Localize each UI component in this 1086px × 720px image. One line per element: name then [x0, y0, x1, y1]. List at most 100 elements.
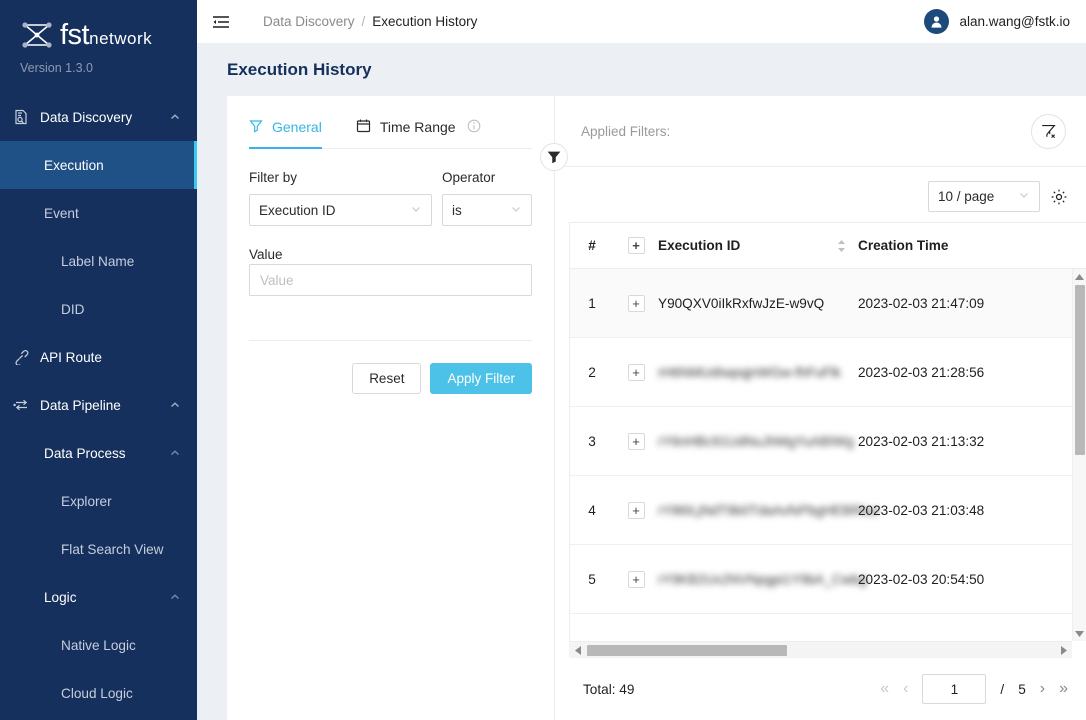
row-expand-cell: + — [614, 295, 658, 312]
filter-panel: General Time Range — [227, 96, 554, 720]
chevron-down-icon — [410, 203, 422, 218]
sidebar-item-execution[interactable]: Execution — [0, 141, 197, 189]
table-row[interactable]: 3 + rY6nHBc91UdNuJhMgYuABIWg 2023-02-03 … — [570, 407, 1086, 476]
filter-by-select[interactable]: Execution ID — [249, 194, 432, 226]
expand-row-icon[interactable]: + — [628, 571, 645, 588]
page-size-select[interactable]: 10 / page — [928, 181, 1040, 212]
pagination-page-input[interactable] — [922, 674, 986, 704]
info-circle-icon[interactable] — [467, 119, 481, 136]
chevron-down-icon — [1018, 189, 1030, 204]
row-execution-id: rY86ILjNdT9b0TdaAvfsPbgHEBRiuo — [658, 503, 858, 518]
version-label: Version 1.3.0 — [18, 61, 197, 75]
sidebar-item-label: Data Pipeline — [40, 398, 121, 413]
column-header-execution-id[interactable]: Execution ID — [658, 238, 858, 253]
gear-icon[interactable] — [1050, 188, 1068, 206]
sidebar-item-native-logic[interactable]: Native Logic — [0, 621, 197, 669]
row-number: 2 — [570, 365, 614, 380]
row-expand-cell: + — [614, 502, 658, 519]
scroll-right-arrow-icon[interactable] — [1054, 646, 1072, 655]
row-creation-time: 2023-02-03 20:54:50 — [858, 572, 1038, 587]
breadcrumb: Data Discovery / Execution History — [263, 14, 477, 29]
filter-tabs: General Time Range — [249, 118, 532, 149]
expand-row-icon[interactable]: + — [628, 433, 645, 450]
funnel-icon — [249, 119, 263, 136]
expand-row-icon[interactable]: + — [628, 502, 645, 519]
pagination-last-button[interactable]: » — [1059, 681, 1068, 697]
value-field: Value — [249, 246, 532, 296]
top-bar: Data Discovery / Execution History alan.… — [197, 0, 1086, 43]
expand-all-icon[interactable]: + — [628, 237, 645, 254]
tab-label: General — [272, 119, 322, 135]
content-area: General Time Range — [197, 96, 1086, 720]
sidebar-item-data-process[interactable]: Data Process — [0, 429, 197, 477]
filter-by-label: Filter by — [249, 170, 432, 185]
sidebar-item-label: Data Discovery — [40, 110, 132, 125]
row-execution-id: Y90QXV0iIkRxfwJzE-w9vQ — [658, 296, 858, 311]
vertical-scroll-thumb[interactable] — [1075, 285, 1085, 455]
pagination-next-button[interactable]: › — [1040, 681, 1045, 697]
sidebar-item-flat-search-view[interactable]: Flat Search View — [0, 525, 197, 573]
row-number: 3 — [570, 434, 614, 449]
user-menu[interactable]: alan.wang@fstk.io — [924, 9, 1070, 34]
pagination-prev-button[interactable]: ‹ — [903, 681, 908, 697]
clear-filter-icon[interactable] — [1031, 114, 1066, 149]
sort-icon[interactable] — [837, 239, 846, 253]
sidebar-item-api-route[interactable]: API Route — [0, 333, 197, 381]
reset-button[interactable]: Reset — [352, 363, 421, 394]
sidebar-item-logic[interactable]: Logic — [0, 573, 197, 621]
table-row[interactable]: 2 + rH6NMUdIwpqjnWGw-fhFuFlk 2023-02-03 … — [570, 338, 1086, 407]
row-number: 1 — [570, 296, 614, 311]
sidebar-item-explorer[interactable]: Explorer — [0, 477, 197, 525]
filter-panel-divider — [249, 340, 532, 341]
pagination-separator: / — [1000, 682, 1004, 697]
sidebar-item-label: Execution — [44, 158, 104, 173]
sidebar-item-label: Label Name — [61, 254, 134, 269]
pagination-first-button[interactable]: « — [880, 681, 889, 697]
row-expand-cell: + — [614, 433, 658, 450]
data-discovery-icon — [12, 108, 30, 126]
value-input[interactable] — [249, 264, 532, 296]
sidebar-item-label-name[interactable]: Label Name — [0, 237, 197, 285]
apply-filter-button[interactable]: Apply Filter — [430, 363, 532, 394]
table-row[interactable]: 5 + rY9KB2Ux2NVNpgpi1Y9bA_Cwbg 2023-02-0… — [570, 545, 1086, 614]
operator-value: is — [452, 203, 462, 218]
collapse-menu-icon[interactable] — [211, 12, 231, 32]
tab-time-range[interactable]: Time Range — [356, 118, 481, 149]
chevron-up-icon — [169, 591, 181, 603]
sidebar-item-label: Logic — [44, 590, 77, 605]
tab-general[interactable]: General — [249, 119, 322, 149]
table-row[interactable]: 1 + Y90QXV0iIkRxfwJzE-w9vQ 2023-02-03 21… — [570, 269, 1086, 338]
table-vertical-scrollbar[interactable] — [1072, 269, 1086, 641]
pagination: « ‹ / 5 › » — [880, 674, 1068, 704]
results-panel: Applied Filters: 10 / page — [554, 96, 1086, 720]
brand-wordmark: fstnetwork — [60, 21, 152, 50]
operator-select[interactable]: is — [442, 194, 532, 226]
sidebar-item-event[interactable]: Event — [0, 189, 197, 237]
breadcrumb-parent[interactable]: Data Discovery — [263, 14, 355, 29]
chevron-up-icon — [169, 111, 181, 123]
table-row[interactable]: 4 + rY86ILjNdT9b0TdaAvfsPbgHEBRiuo 2023-… — [570, 476, 1086, 545]
expand-row-icon[interactable]: + — [628, 364, 645, 381]
scroll-down-arrow-icon[interactable] — [1073, 625, 1086, 641]
row-creation-time: 2023-02-03 21:28:56 — [858, 365, 1038, 380]
brand-name: fst — [60, 19, 89, 51]
table-horizontal-scrollbar[interactable] — [569, 641, 1072, 658]
horizontal-scroll-thumb[interactable] — [587, 645, 787, 656]
chevron-up-icon — [169, 399, 181, 411]
brand-block: fstnetwork Version 1.3.0 — [0, 0, 197, 75]
results-toolbar: 10 / page — [555, 167, 1086, 222]
main-area: Data Discovery / Execution History alan.… — [197, 0, 1086, 720]
sidebar-item-cloud-logic[interactable]: Cloud Logic — [0, 669, 197, 717]
sidebar-item-label: Event — [44, 206, 79, 221]
results-footer: Total: 49 « ‹ / 5 › » — [555, 658, 1086, 720]
sidebar-item-data-discovery[interactable]: Data Discovery — [0, 93, 197, 141]
expand-row-icon[interactable]: + — [628, 295, 645, 312]
sidebar-item-did[interactable]: DID — [0, 285, 197, 333]
chevron-down-icon — [510, 203, 522, 218]
applied-filters-label: Applied Filters: — [581, 124, 670, 139]
scroll-left-arrow-icon[interactable] — [569, 646, 587, 655]
pagination-total-pages: 5 — [1018, 682, 1026, 697]
funnel-toggle-icon[interactable] — [540, 143, 568, 171]
sidebar-item-data-pipeline[interactable]: Data Pipeline — [0, 381, 197, 429]
scroll-up-arrow-icon[interactable] — [1073, 269, 1086, 285]
